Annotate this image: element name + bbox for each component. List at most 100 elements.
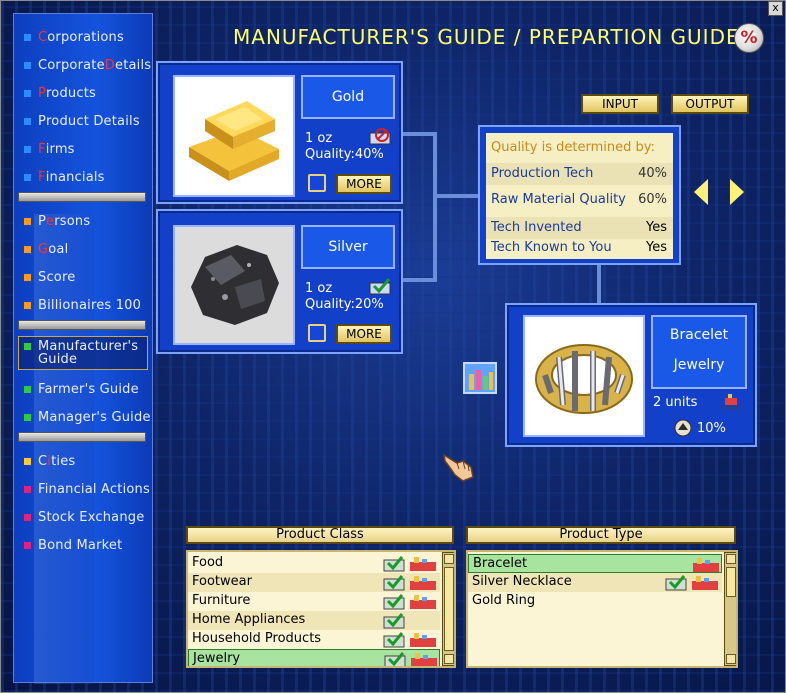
list-item[interactable]: Home Appliances [188,611,440,630]
square-bullet-icon [24,301,31,309]
status-icons [383,594,436,610]
sidebar-separator [18,432,146,442]
square-bullet-icon [24,145,31,153]
output-category: Jewelry [673,357,725,373]
sidebar-item-cities[interactable]: Ci ties [24,452,75,470]
input-button[interactable]: INPUT [581,94,659,114]
square-bullet-icon [24,89,31,97]
quality-row: Raw Material Quality 60% [491,192,667,207]
square-bullet-icon [24,117,31,125]
quality-table: Quality is determined by: Production Tec… [486,133,673,259]
output-units: 2 units [653,395,698,410]
square-bullet-icon [24,61,31,69]
output-name-button[interactable]: Bracelet Jewelry [651,315,747,389]
game-window: x Corporations Corporate Details Product… [0,0,786,693]
square-bullet-icon [24,273,31,281]
quality-row: Production Tech 40% [486,163,673,185]
list-item[interactable]: Furniture [188,592,440,611]
sidebar-item-financials[interactable]: Financials [24,168,105,186]
status-icons [383,556,436,572]
sidebar-item-billionaires-100[interactable]: Billionaires 100 [24,296,141,314]
scroll-down-icon[interactable] [444,654,454,664]
sidebar-separator [18,320,146,330]
next-arrow-icon[interactable] [730,179,744,205]
sidebar-item-corporate-details[interactable]: Corporate Details [24,56,151,74]
produced-check-icon [369,278,391,295]
status-icons [665,575,718,591]
list-item[interactable]: Food [188,554,440,573]
sidebar-item-goal[interactable]: Goal [24,240,68,258]
gold-bar-icon [175,77,293,195]
sidebar-item-products[interactable]: Products [24,84,96,102]
input-quality: Quality:20% [305,297,384,312]
sidebar-item-manufacturers-guide[interactable]: Manufacturer's Guide [24,340,142,368]
more-button[interactable]: MORE [336,324,392,344]
quality-box: Quality is determined by: Production Tec… [478,125,681,265]
output-name: Bracelet [669,327,729,343]
sidebar-item-farmers-guide[interactable]: Farmer's Guide [24,380,139,398]
product-type-header: Product Type [466,526,736,544]
product-type-scrollbar[interactable] [724,552,736,666]
scroll-thumb[interactable] [444,567,454,651]
factory-icon[interactable] [463,362,497,394]
square-bullet-icon [24,217,31,225]
input-panel-silver: Silver 1 oz Quality:20% MORE [156,209,403,354]
sidebar-item-financial-actions[interactable]: Financial Actions [24,480,150,498]
list-item[interactable]: Gold Ring [468,592,722,611]
silver-image [173,225,295,345]
sidebar-item-bond-market[interactable]: Bond Market [24,536,122,554]
list-item[interactable]: Silver Necklace [468,573,722,592]
list-item[interactable]: Footwear [188,573,440,592]
scroll-up-icon[interactable] [444,554,454,564]
scroll-down-icon[interactable] [726,654,736,664]
percent-icon[interactable]: % [734,23,764,53]
connector-line [597,265,601,303]
input-quantity: 1 oz [305,281,333,296]
input-name-button[interactable]: Silver [301,225,395,269]
sidebar-item-product-details[interactable]: Product Details [24,112,140,130]
output-percent: 10% [697,421,726,436]
quality-medal-icon [674,419,692,437]
square-bullet-icon [24,457,31,465]
connector-line [403,278,437,282]
more-button[interactable]: MORE [336,174,392,194]
import-icon [369,128,391,145]
list-item-selected[interactable]: Bracelet [468,554,722,573]
close-icon[interactable]: x [768,1,783,16]
product-class-list: Food Footwear Furniture Home Appliances … [186,550,456,668]
input-quality: Quality:40% [305,147,384,162]
sidebar-item-stock-exchange[interactable]: Stock Exchange [24,508,144,526]
input-checkbox[interactable] [308,174,326,192]
sidebar-item-managers-guide[interactable]: Manager's Guide [24,408,151,426]
product-class-scrollbar[interactable] [442,552,454,666]
quality-row: Tech Known to You Yes [491,240,667,255]
input-panel-gold: Gold 1 oz Quality:40% MORE [156,61,403,204]
status-icons [693,558,719,572]
input-checkbox[interactable] [308,324,326,342]
scroll-thumb[interactable] [726,567,736,597]
quality-row: Tech Invented Yes [486,217,673,239]
status-icons [383,613,405,629]
status-icons [383,575,436,591]
square-bullet-icon [24,245,31,253]
sidebar-item-persons[interactable]: Peersonsrsons [24,212,90,230]
output-button[interactable]: OUTPUT [671,94,749,114]
bracelet-image [523,315,645,437]
input-name-button[interactable]: Gold [301,75,395,119]
status-icons [384,652,437,666]
sidebar-item-score[interactable]: Score [24,268,75,286]
sidebar-item-corporations[interactable]: Corporations [24,28,124,46]
scroll-up-icon[interactable] [726,554,736,564]
square-bullet-icon [24,513,31,521]
list-item-selected[interactable]: Jewelry [188,649,440,666]
square-bullet-icon [24,413,31,421]
status-icons [383,632,436,648]
list-item[interactable]: Household Products [188,630,440,649]
square-bullet-icon [24,385,31,393]
square-bullet-icon [24,485,31,493]
square-bullet-icon [24,33,31,41]
prev-arrow-icon[interactable] [694,179,708,205]
sidebar: Corporations Corporate Details Products … [13,13,153,684]
connector-line [433,132,437,282]
sidebar-item-firms[interactable]: Firms [24,140,75,158]
